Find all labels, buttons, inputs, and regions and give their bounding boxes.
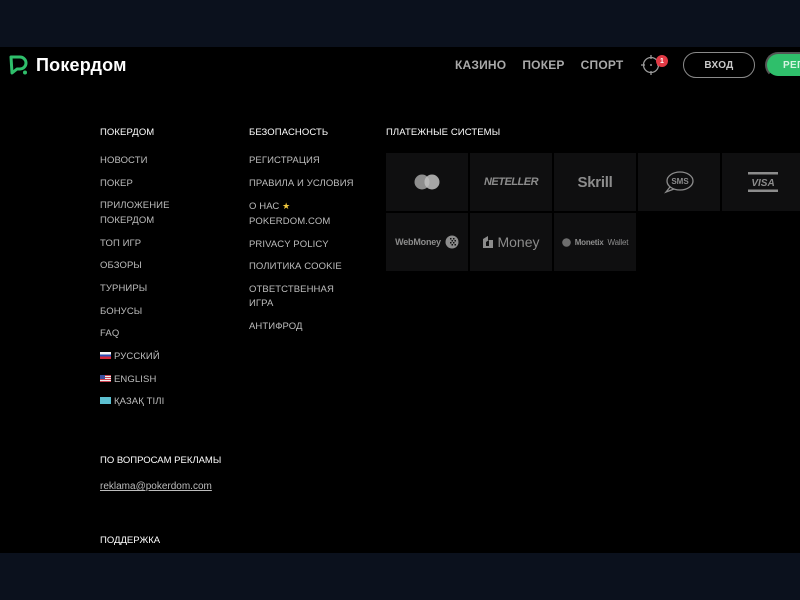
payment-neteller[interactable]: NETELLER (470, 153, 552, 211)
language-label: ҚАЗАҚ ТІЛІ (114, 396, 165, 408)
link-app[interactable]: ПРИЛОЖЕНИЕ ПОКЕРДОМ (100, 199, 180, 228)
language-kazakh[interactable]: ҚАЗАҚ ТІЛІ (100, 395, 180, 410)
column-title: БЕЗОПАСНОСТЬ (249, 127, 329, 138)
language-label: РУССКИЙ (114, 351, 160, 362)
about-label: О НАС (249, 201, 280, 213)
star-icon: ★ (282, 201, 291, 212)
sms-label: SMS (671, 177, 689, 186)
link-top-games[interactable]: ТОП ИГР (100, 237, 180, 252)
link-about[interactable]: О НАС ★ POKERDOM.COM (249, 199, 354, 229)
nav-poker[interactable]: ПОКЕР (522, 58, 564, 72)
payment-mastercard[interactable] (386, 153, 468, 211)
link-poker[interactable]: ПОКЕР (100, 177, 180, 192)
sms-bubble-icon: SMS (664, 171, 694, 194)
browser-bottom-band (0, 553, 800, 600)
link-list: НОВОСТИ ПОКЕР ПРИЛОЖЕНИЕ ПОКЕРДОМ ТОП ИГ… (100, 154, 180, 410)
payment-monetix[interactable]: Monetix Wallet (554, 213, 636, 271)
payment-visa[interactable]: VISA (722, 153, 800, 211)
footer-column-security: БЕЗОПАСНОСТЬ РЕГИСТРАЦИЯ ПРАВИЛА И УСЛОВ… (249, 127, 354, 343)
about-domain: POKERDOM.COM (249, 215, 331, 227)
neteller-logo: NETELLER (483, 176, 539, 188)
login-button[interactable]: ВХОД (683, 52, 755, 78)
nav-sport[interactable]: СПОРТ (581, 58, 624, 72)
pokerdom-logo-icon (9, 55, 28, 75)
ads-email-link[interactable]: reklama@pokerdom.com (100, 481, 212, 492)
payment-yoomoney[interactable]: Money (470, 213, 552, 271)
webmoney-globe-icon (445, 235, 459, 249)
notification-badge: 1 (656, 55, 668, 67)
payment-systems-grid: NETELLER Skrill SMS VISA WebMoney Money … (386, 153, 800, 271)
logo[interactable]: Покердом (8, 54, 127, 76)
link-terms[interactable]: ПРАВИЛА И УСЛОВИЯ (249, 177, 354, 192)
site-header: Покердом КАЗИНО ПОКЕР СПОРТ 1 ВХОД РЕГИС… (0, 47, 800, 83)
visa-label: VISA (751, 178, 774, 189)
link-antifraud[interactable]: АНТИФРОД (249, 320, 354, 335)
ads-title: ПО ВОПРОСАМ РЕКЛАМЫ (100, 455, 222, 466)
payments-title: ПЛАТЕЖНЫЕ СИСТЕМЫ (386, 127, 501, 138)
link-registration[interactable]: РЕГИСТРАЦИЯ (249, 154, 354, 169)
logo-text: Покердом (36, 54, 127, 75)
visa-icon: VISA (748, 172, 778, 192)
payment-webmoney[interactable]: WebMoney (386, 213, 468, 271)
register-button[interactable]: РЕГИСТРАЦИЯ (765, 52, 800, 78)
link-list: РЕГИСТРАЦИЯ ПРАВИЛА И УСЛОВИЯ О НАС ★ POK… (249, 154, 354, 335)
link-faq[interactable]: FAQ (100, 327, 180, 342)
us-flag-icon (100, 374, 111, 382)
skrill-logo: Skrill (577, 173, 613, 191)
webmoney-label: WebMoney (395, 237, 441, 247)
language-label: ENGLISH (114, 373, 157, 385)
link-privacy[interactable]: PRIVACY POLICY (249, 238, 354, 253)
language-russian[interactable]: РУССКИЙ (100, 350, 180, 365)
link-responsible-gaming[interactable]: ОТВЕТСТВЕННАЯ ИГРА (249, 283, 339, 312)
language-english[interactable]: ENGLISH (100, 373, 180, 388)
link-news[interactable]: НОВОСТИ (100, 154, 180, 169)
yoomoney-logo: Money (482, 234, 540, 250)
link-bonuses[interactable]: БОНУСЫ (100, 305, 180, 320)
ru-flag-icon (100, 351, 111, 359)
link-tournaments[interactable]: ТУРНИРЫ (100, 282, 180, 297)
mastercard-icon (414, 174, 440, 190)
column-title: ПОКЕРДОМ (100, 127, 155, 138)
kz-flag-icon (100, 397, 111, 405)
monetix-wallet-label: Wallet (607, 237, 629, 247)
link-reviews[interactable]: ОБЗОРЫ (100, 259, 180, 274)
link-cookie[interactable]: ПОЛИТИКА COOKIE (249, 260, 354, 275)
main-nav: КАЗИНО ПОКЕР СПОРТ (455, 58, 623, 72)
yoomoney-wallet-icon (483, 236, 494, 248)
yoomoney-label: Money (497, 234, 540, 250)
payment-skrill[interactable]: Skrill (554, 153, 636, 211)
monetix-icon (561, 237, 571, 247)
support-title: ПОДДЕРЖКА (100, 535, 161, 546)
nav-casino[interactable]: КАЗИНО (455, 58, 506, 72)
monetix-label: Monetix (574, 237, 604, 247)
payment-sms[interactable]: SMS (638, 153, 720, 211)
page: Покердом КАЗИНО ПОКЕР СПОРТ 1 ВХОД РЕГИС… (0, 47, 800, 553)
monetix-logo: Monetix Wallet (561, 237, 629, 247)
footer-column-pokerdom: ПОКЕРДОМ НОВОСТИ ПОКЕР ПРИЛОЖЕНИЕ ПОКЕРД… (100, 127, 180, 418)
webmoney-logo: WebMoney (395, 235, 459, 249)
browser-top-band (0, 0, 800, 47)
